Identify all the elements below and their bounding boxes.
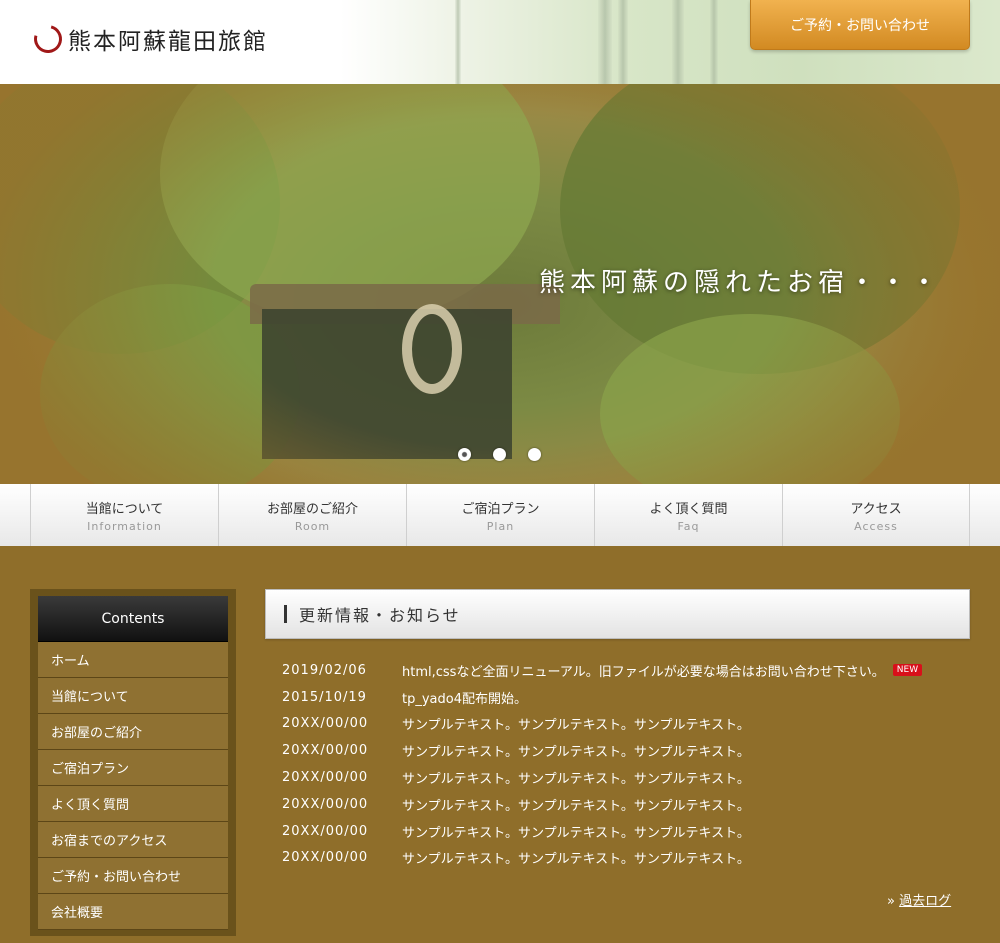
news-text: サンプルテキスト。サンプルテキスト。サンプルテキスト。 <box>402 772 750 788</box>
chevron-right-icon: » <box>887 894 895 909</box>
news-item: 20XX/00/00 サンプルテキスト。サンプルテキスト。サンプルテキスト。 <box>282 737 962 764</box>
nav-label: アクセス <box>850 501 902 517</box>
nav-sublabel: Information <box>87 519 162 533</box>
sidebar-title: Contents <box>38 596 228 642</box>
news-text: サンプルテキスト。サンプルテキスト。サンプルテキスト。 <box>402 798 750 814</box>
sidebar-item-access[interactable]: お宿までのアクセス <box>38 822 228 858</box>
news-date: 20XX/00/00 <box>282 743 369 759</box>
bamboo-decoration <box>618 0 628 84</box>
heading-bar <box>284 605 287 623</box>
nav-label: お部屋のご紹介 <box>266 501 358 517</box>
news-date: 20XX/00/00 <box>282 850 369 866</box>
past-log: » 過去ログ <box>887 890 951 909</box>
sidebar-item-room[interactable]: お部屋のご紹介 <box>38 714 228 750</box>
slide-dot-3[interactable] <box>528 448 541 461</box>
news-date: 20XX/00/00 <box>282 716 369 732</box>
news-text: サンプルテキスト。サンプルテキスト。サンプルテキスト。 <box>402 718 750 734</box>
sidebar-item-home[interactable]: ホーム <box>38 642 228 678</box>
news-date: 20XX/00/00 <box>282 796 369 812</box>
bamboo-decoration <box>710 0 718 84</box>
news-heading: 更新情報・お知らせ <box>265 589 970 639</box>
news-date: 2019/02/06 <box>282 662 367 678</box>
nav-item-access[interactable]: アクセス Access <box>782 484 970 546</box>
news-text: サンプルテキスト。サンプルテキスト。サンプルテキスト。 <box>402 852 750 868</box>
bamboo-decoration <box>598 0 612 84</box>
news-date: 20XX/00/00 <box>282 770 369 786</box>
news-text: html,cssなど全面リニューアル。旧ファイルが必要な場合はお問い合わせ下さい… <box>402 664 885 680</box>
nav-item-faq[interactable]: よく頂く質問 Faq <box>594 484 782 546</box>
sidebar-item-contact[interactable]: ご予約・お問い合わせ <box>38 858 228 894</box>
nav-sublabel: Room <box>294 519 331 533</box>
news-item: 20XX/00/00 サンプルテキスト。サンプルテキスト。サンプルテキスト。 <box>282 791 962 818</box>
news-title: 更新情報・お知らせ <box>299 606 461 625</box>
news-item: 2015/10/19 tp_yado4配布開始。 <box>282 684 962 711</box>
bamboo-decoration <box>455 0 461 84</box>
nav-item-plan[interactable]: ご宿泊プラン Plan <box>406 484 594 546</box>
news-item: 20XX/00/00 サンプルテキスト。サンプルテキスト。サンプルテキスト。 <box>282 711 962 738</box>
news-item: 20XX/00/00 サンプルテキスト。サンプルテキスト。サンプルテキスト。 <box>282 845 962 872</box>
new-badge: NEW <box>892 664 923 677</box>
nav-label: 当館について <box>85 501 164 517</box>
sidebar-item-plan[interactable]: ご宿泊プラン <box>38 750 228 786</box>
news-date: 2015/10/19 <box>282 689 367 705</box>
news-date: 20XX/00/00 <box>282 823 369 839</box>
sidebar-item-information[interactable]: 当館について <box>38 678 228 714</box>
site-header: 熊本阿蘇龍田旅館 ご予約・お問い合わせ <box>0 0 1000 84</box>
contact-button[interactable]: ご予約・お問い合わせ <box>750 0 970 50</box>
past-log-link[interactable]: 過去ログ <box>899 894 951 909</box>
bamboo-decoration <box>672 0 684 84</box>
slide-indicators <box>458 448 541 461</box>
sidebar: Contents ホーム 当館について お部屋のご紹介 ご宿泊プラン よく頂く質… <box>30 589 236 936</box>
sidebar-item-faq[interactable]: よく頂く質問 <box>38 786 228 822</box>
nav-item-information[interactable]: 当館について Information <box>30 484 218 546</box>
nav-sublabel: Access <box>854 519 898 533</box>
nav-sublabel: Faq <box>677 519 700 533</box>
nav-label: ご宿泊プラン <box>461 501 540 517</box>
nav-sublabel: Plan <box>486 519 515 533</box>
sidebar-item-company[interactable]: 会社概要 <box>38 894 228 930</box>
logo-mark-icon <box>28 19 68 59</box>
main-nav: 当館について Information お部屋のご紹介 Room ご宿泊プラン P… <box>0 484 1000 546</box>
news-list: 2019/02/06 html,cssなど全面リニューアル。旧ファイルが必要な場… <box>282 657 962 871</box>
slide-dot-1[interactable] <box>458 448 471 461</box>
news-item: 20XX/00/00 サンプルテキスト。サンプルテキスト。サンプルテキスト。 <box>282 764 962 791</box>
news-item: 20XX/00/00 サンプルテキスト。サンプルテキスト。サンプルテキスト。 <box>282 818 962 845</box>
hero-slideshow: 熊本阿蘇の隠れたお宿・・・ <box>0 84 1000 484</box>
hero-caption: 熊本阿蘇の隠れたお宿・・・ <box>538 268 942 298</box>
news-text: サンプルテキスト。サンプルテキスト。サンプルテキスト。 <box>402 745 750 761</box>
news-text: サンプルテキスト。サンプルテキスト。サンプルテキスト。 <box>402 825 750 841</box>
nav-item-room[interactable]: お部屋のご紹介 Room <box>218 484 406 546</box>
nav-label: よく頂く質問 <box>649 501 728 517</box>
site-logo[interactable]: 熊本阿蘇龍田旅館 <box>28 19 268 59</box>
news-text: tp_yado4配布開始。 <box>402 691 527 707</box>
slide-dot-2[interactable] <box>493 448 506 461</box>
logo-text: 熊本阿蘇龍田旅館 <box>68 29 268 55</box>
news-item: 2019/02/06 html,cssなど全面リニューアル。旧ファイルが必要な場… <box>282 657 962 684</box>
